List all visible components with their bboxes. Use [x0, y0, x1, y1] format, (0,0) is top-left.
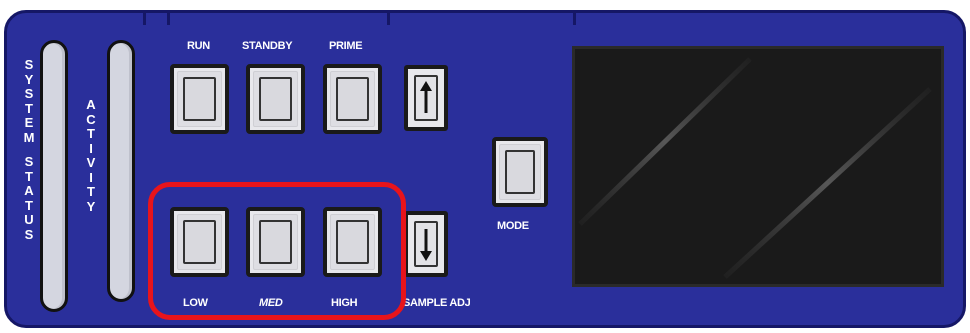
- run-label: RUN: [187, 40, 210, 52]
- sample-adj-down-button[interactable]: [404, 211, 448, 277]
- panel-divider-tick: [167, 13, 170, 25]
- standby-button[interactable]: [246, 64, 305, 134]
- sample-adj-up-button[interactable]: [404, 65, 448, 131]
- run-button[interactable]: [170, 64, 229, 134]
- med-label: MED: [259, 297, 283, 309]
- display-screen: [572, 46, 944, 287]
- activity-bar: [107, 40, 135, 302]
- low-label: LOW: [183, 297, 208, 309]
- prime-label: PRIME: [329, 40, 363, 52]
- panel-divider-tick: [573, 13, 576, 25]
- arrow-down-icon: [420, 229, 432, 261]
- low-button[interactable]: [170, 207, 229, 277]
- sample-adj-label: SAMPLE ADJ: [403, 297, 471, 309]
- screen-glare: [578, 57, 932, 279]
- arrow-up-icon: [420, 81, 432, 113]
- system-status-bar: [40, 40, 68, 312]
- mode-button[interactable]: [492, 137, 548, 207]
- standby-label: STANDBY: [242, 40, 293, 52]
- prime-button[interactable]: [323, 64, 382, 134]
- med-button[interactable]: [246, 207, 305, 277]
- activity-label: ACTIVITY: [86, 97, 96, 214]
- mode-label: MODE: [497, 220, 529, 232]
- system-status-label: SYSTEM STATUS: [23, 57, 35, 242]
- panel-divider-tick: [387, 13, 390, 25]
- panel-divider-tick: [143, 13, 146, 25]
- high-label: HIGH: [331, 297, 358, 309]
- high-button[interactable]: [323, 207, 382, 277]
